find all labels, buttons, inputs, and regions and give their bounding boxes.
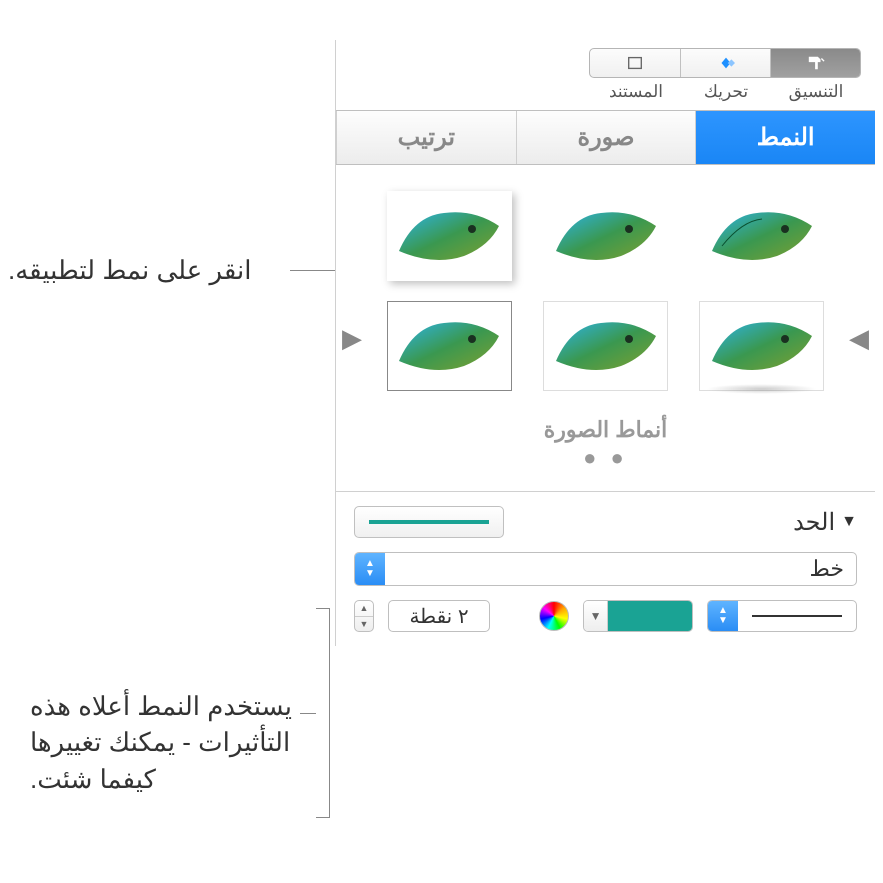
- callout-text: يستخدم النمط أعلاه هذه التأثيرات - يمكنك…: [30, 691, 292, 794]
- segmented-control: [589, 48, 861, 78]
- border-controls-row: ▲▼ ▼ ٢ نقطة ▲ ▼: [354, 600, 857, 632]
- border-type-dropdown[interactable]: خط ▲▼: [354, 552, 857, 586]
- dropdown-stepper-icon: ▲▼: [708, 601, 738, 631]
- callout-bracket: [316, 608, 330, 818]
- iguana-image-icon: [707, 201, 817, 271]
- border-width-stepper[interactable]: ▲ ▼: [354, 600, 374, 632]
- style-thumbnail[interactable]: [387, 191, 512, 281]
- format-tab-button[interactable]: [770, 49, 860, 77]
- image-styles-label: أنماط الصورة: [346, 417, 865, 443]
- style-thumbnail[interactable]: [543, 191, 668, 281]
- disclosure-triangle-icon: ▼: [841, 513, 857, 531]
- animate-diamond-icon: [715, 54, 737, 72]
- stepper-down-icon: ▼: [355, 617, 373, 632]
- chevron-down-icon: ▼: [584, 601, 608, 631]
- style-thumbnails-grid: [346, 183, 865, 399]
- callout-line: [300, 713, 316, 714]
- iguana-image-icon: [707, 311, 817, 381]
- line-stroke-icon: [369, 520, 489, 524]
- toolbar-labels: التنسيق تحريك المستند: [336, 82, 875, 110]
- border-width-input[interactable]: ٢ نقطة: [388, 600, 490, 632]
- style-thumbnail[interactable]: [699, 301, 824, 391]
- color-fill-icon: [608, 601, 692, 631]
- iguana-image-icon: [551, 201, 661, 271]
- inspector-panel: التنسيق تحريك المستند النمط صورة ترتيب ◀…: [335, 40, 875, 646]
- page-dots[interactable]: ● ●: [346, 445, 865, 471]
- color-wheel-button[interactable]: [539, 601, 569, 631]
- toolbar-label-document: المستند: [591, 82, 681, 102]
- inspector-tabs: النمط صورة ترتيب: [336, 110, 875, 165]
- border-title-text: الحد: [793, 508, 835, 537]
- style-thumbnail-selected[interactable]: [387, 301, 512, 391]
- border-width-value: ٢ نقطة: [389, 604, 489, 629]
- border-section-header: ▼ الحد: [354, 506, 857, 538]
- format-brush-icon: [805, 54, 827, 72]
- iguana-image-icon: [394, 311, 504, 381]
- document-tab-button[interactable]: [590, 49, 680, 77]
- dropdown-stepper-icon: ▲▼: [355, 553, 385, 585]
- styles-next-arrow-icon[interactable]: ◀: [849, 323, 869, 354]
- iguana-image-icon: [394, 201, 504, 271]
- line-preview-icon: [752, 615, 842, 617]
- border-type-value: خط: [385, 556, 856, 582]
- callout-text: انقر على نمط لتطبيقه.: [8, 255, 251, 285]
- toolbar-label-animate: تحريك: [681, 82, 771, 102]
- tab-style[interactable]: النمط: [695, 111, 875, 164]
- inspector-mode-toolbar: [336, 40, 875, 82]
- iguana-image-icon: [551, 311, 661, 381]
- style-thumbnail[interactable]: [543, 301, 668, 391]
- border-section: ▼ الحد خط ▲▼ ▲▼ ▼ ٢ ن: [336, 492, 875, 646]
- animate-tab-button[interactable]: [680, 49, 770, 77]
- line-style-dropdown[interactable]: ▲▼: [707, 600, 857, 632]
- styles-prev-arrow-icon[interactable]: ◀: [342, 323, 362, 354]
- tab-image[interactable]: صورة: [516, 111, 696, 164]
- border-style-preview-button[interactable]: [354, 506, 504, 538]
- callout-effects: يستخدم النمط أعلاه هذه التأثيرات - يمكنك…: [30, 688, 310, 797]
- border-section-title[interactable]: ▼ الحد: [793, 508, 857, 537]
- image-styles-section: ◀ ◀ أنماط الصورة ● ●: [336, 165, 875, 481]
- style-thumbnail[interactable]: [699, 191, 824, 281]
- callout-apply-style: انقر على نمط لتطبيقه.: [8, 252, 318, 288]
- stepper-up-icon: ▲: [355, 601, 373, 617]
- toolbar-label-format: التنسيق: [771, 82, 861, 102]
- border-color-swatch[interactable]: ▼: [583, 600, 693, 632]
- document-rect-icon: [624, 54, 646, 72]
- tab-arrange[interactable]: ترتيب: [336, 111, 516, 164]
